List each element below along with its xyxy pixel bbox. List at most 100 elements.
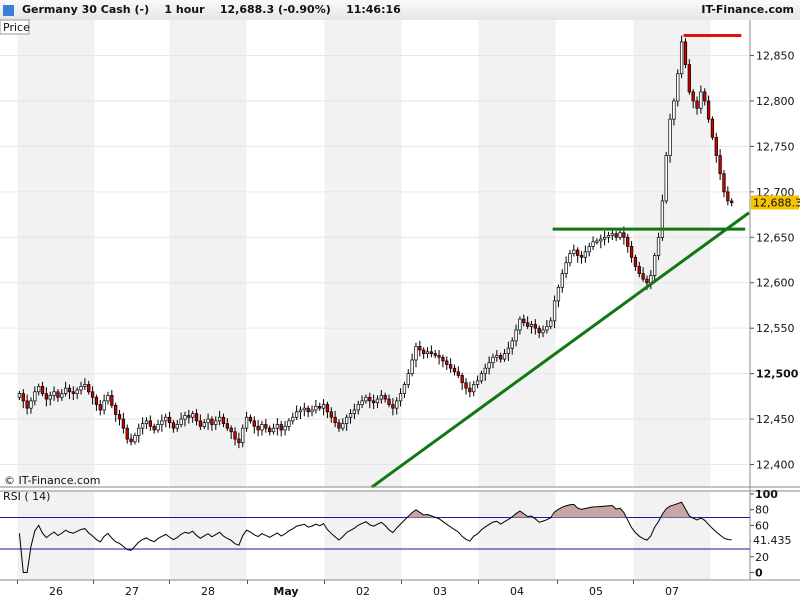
candle-body	[499, 355, 503, 360]
candle-body	[387, 398, 391, 405]
candle-body	[348, 413, 353, 418]
x-tick-label: 04	[510, 585, 524, 598]
day-stripe	[478, 491, 556, 580]
candle-body	[206, 418, 210, 424]
candle-body	[718, 155, 722, 175]
candle-body	[283, 425, 287, 431]
candle-body	[352, 409, 357, 414]
candle-body	[660, 200, 665, 238]
candle	[683, 38, 688, 69]
last-price-label: 12,688.3	[753, 196, 800, 209]
candle-body	[148, 420, 152, 427]
candle-body	[464, 382, 468, 389]
x-tick-label: 03	[433, 585, 447, 598]
candle	[679, 35, 684, 79]
candle-body	[487, 362, 491, 369]
candle-body	[425, 351, 430, 354]
candle-body	[629, 246, 634, 258]
candle-body	[537, 327, 541, 334]
candle-body	[137, 427, 141, 436]
candle-body	[545, 326, 549, 331]
candle-body	[194, 413, 199, 422]
candle-body	[391, 404, 395, 409]
candle-body	[114, 405, 118, 415]
candle-body	[656, 236, 661, 256]
candle-body	[398, 393, 403, 402]
day-stripe	[633, 491, 711, 580]
candle-body	[202, 422, 206, 427]
y-tick-label: 12,600	[756, 277, 795, 290]
candle-body	[183, 415, 187, 420]
candle-body	[121, 418, 126, 429]
candle-body	[556, 286, 561, 302]
candle-body	[683, 41, 688, 65]
candle-body	[63, 387, 68, 394]
candle-body	[133, 435, 137, 443]
y-tick-label: 12,450	[756, 413, 795, 426]
day-stripe	[17, 20, 95, 487]
candle-body	[129, 438, 133, 443]
y-tick-label: 12,500	[756, 368, 799, 381]
candle-body	[433, 353, 437, 356]
candle-body	[167, 416, 172, 424]
candle-body	[560, 273, 564, 288]
candle-body	[676, 73, 680, 102]
rsi-tick-label: 60	[755, 519, 769, 532]
candle-body	[572, 249, 576, 255]
candle-body	[71, 391, 75, 394]
candle-body	[125, 427, 129, 440]
candle-body	[52, 391, 56, 396]
watermark: © IT-Finance.com	[4, 474, 101, 487]
candle-body	[279, 424, 283, 431]
candle-body	[706, 100, 711, 120]
candle-body	[622, 232, 626, 238]
candle	[660, 194, 665, 241]
candle	[676, 69, 680, 107]
candle-body	[525, 322, 530, 327]
candle-body	[679, 41, 684, 75]
candle-body	[345, 416, 349, 424]
candle-body	[710, 118, 715, 138]
candle-body	[360, 400, 364, 405]
candle-body	[595, 240, 599, 243]
candle-body	[29, 400, 33, 409]
candle-body	[87, 384, 91, 393]
candle-body	[94, 396, 99, 405]
candle-body	[576, 249, 580, 256]
candle-body	[410, 359, 414, 374]
candle-body	[533, 324, 537, 329]
candle-body	[495, 355, 499, 358]
candle-body	[506, 347, 511, 354]
candle-body	[237, 438, 241, 444]
candle-body	[48, 395, 52, 400]
candle-body	[395, 400, 399, 409]
candle-body	[329, 411, 333, 418]
candle-body	[175, 424, 179, 429]
time-axis: 26 27 28 May 02 03 04 05 07	[0, 579, 800, 600]
candle-body	[583, 251, 588, 258]
candle-body	[33, 391, 37, 402]
time-axis-bg	[0, 580, 800, 600]
y-tick-label: 12,850	[756, 50, 795, 63]
candle-body	[614, 233, 618, 238]
candle-body	[452, 367, 457, 373]
candle-body	[233, 431, 237, 440]
candle-body	[229, 427, 233, 433]
day-stripe	[169, 491, 247, 580]
candle-body	[406, 373, 410, 385]
x-tick-label: May	[273, 585, 298, 598]
candle-body	[75, 389, 79, 394]
candle-body	[210, 418, 214, 425]
candle	[664, 151, 668, 204]
candle-body	[602, 236, 607, 240]
candle-body	[691, 91, 695, 102]
candle-body	[564, 262, 568, 275]
candle-body	[522, 318, 526, 324]
candle-body	[472, 384, 476, 393]
price-tag: Price	[3, 21, 30, 34]
chart-canvas[interactable]: 12,400 12,450 12,500 12,550 12,600 12,650 12,7…	[0, 0, 800, 600]
candle-body	[518, 318, 522, 331]
candle-body	[468, 387, 472, 393]
candle-body	[271, 427, 276, 433]
candle-body	[17, 393, 22, 398]
